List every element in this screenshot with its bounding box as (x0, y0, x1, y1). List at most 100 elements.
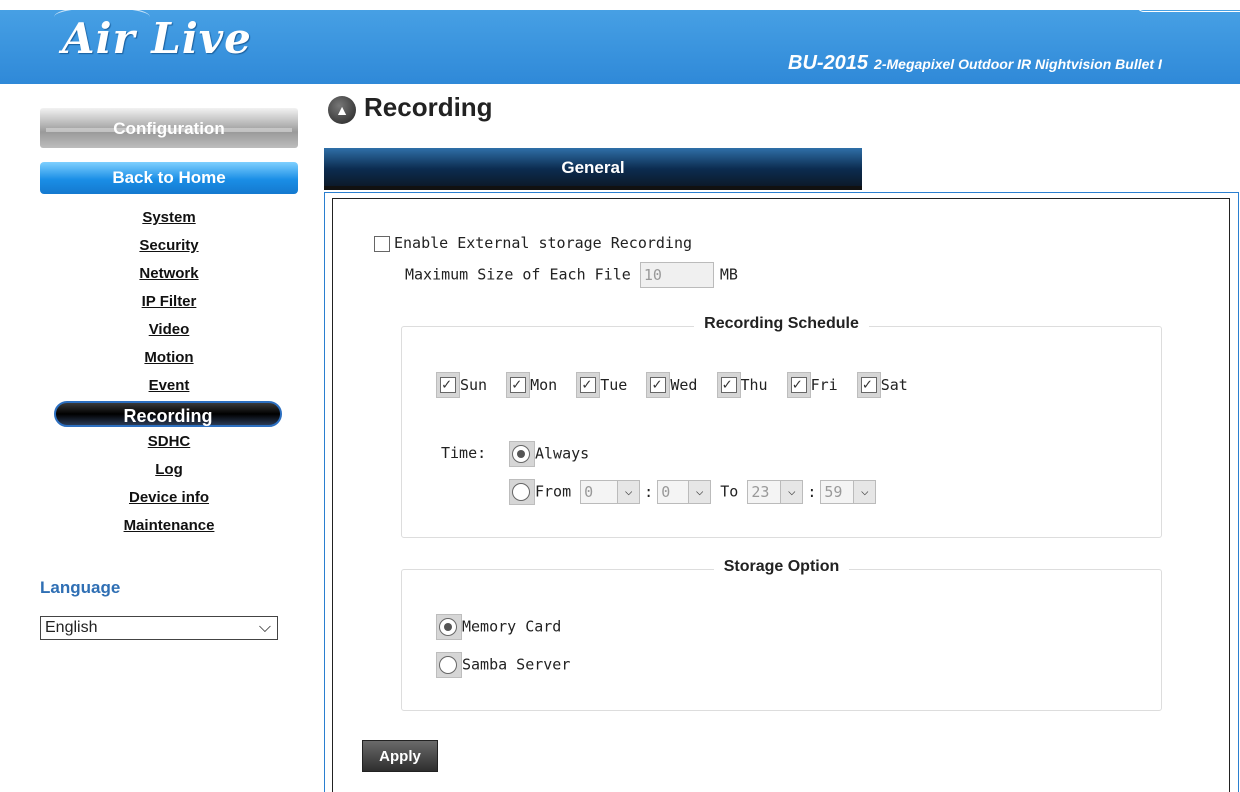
configuration-header: Configuration (40, 108, 298, 148)
back-to-home-button[interactable]: Back to Home (40, 162, 298, 194)
sidebar-item-video[interactable]: Video (40, 316, 298, 344)
time-always-radio[interactable] (509, 441, 535, 467)
time-from-radio[interactable] (509, 479, 535, 505)
enable-external-storage: Enable External storage Recording (374, 234, 692, 252)
day-sat-checkbox[interactable] (856, 372, 881, 398)
sidebar-item-system[interactable]: System (40, 204, 298, 232)
day-wed: Wed (646, 372, 697, 398)
recording-schedule-legend: Recording Schedule (402, 315, 1161, 333)
radio-on-icon (439, 618, 457, 636)
day-fri: Fri (786, 372, 838, 398)
time-always-label: Always (535, 444, 590, 463)
storage-memory-option: Memory Card (436, 614, 561, 640)
to-hour-select[interactable]: 23 ⌵ (747, 480, 804, 504)
day-thu-checkbox[interactable] (716, 372, 741, 398)
sidebar-item-sdhc[interactable]: SDHC (40, 428, 298, 456)
max-file-size-unit: MB (719, 265, 738, 284)
check-icon (440, 375, 456, 393)
from-hour-value: 0 (584, 483, 594, 501)
max-file-size-label: Maximum Size of Each File (405, 265, 631, 284)
tab-general[interactable]: General (324, 148, 862, 190)
day-mon-checkbox[interactable] (506, 372, 531, 398)
header-banner: Air Live BU-2015 2-Megapixel Outdoor IR N… (0, 0, 1240, 84)
page-title: Recording (364, 92, 493, 122)
to-colon: : (807, 482, 817, 501)
storage-samba-label: Samba Server (462, 655, 571, 674)
day-mon: Mon (506, 372, 557, 398)
sidebar-item-event[interactable]: Event (40, 372, 298, 400)
sidebar-item-motion[interactable]: Motion (40, 344, 298, 372)
from-minute-value: 0 (661, 483, 671, 501)
day-fri-label: Fri (810, 376, 838, 394)
check-icon (510, 375, 527, 393)
check-icon (790, 375, 807, 393)
time-always-option: Always (509, 441, 589, 467)
day-wed-checkbox[interactable] (646, 372, 671, 398)
day-thu: Thu (716, 372, 768, 398)
day-sun: Sun (436, 372, 487, 398)
max-file-size-row: Maximum Size of Each File 10 MB (405, 262, 738, 288)
check-icon (650, 375, 667, 393)
sidebar-item-ip-filter[interactable]: IP Filter (40, 288, 298, 316)
recording-icon: ▲ (328, 96, 356, 124)
recording-schedule-title: Recording Schedule (694, 315, 869, 332)
day-sat: Sat (856, 372, 908, 398)
day-thu-label: Thu (740, 376, 768, 394)
language-select[interactable]: English ⌵ (40, 616, 278, 640)
time-to-label: To (720, 482, 739, 501)
storage-option-title: Storage Option (713, 558, 850, 575)
airlive-logo: Air Live (62, 14, 252, 63)
storage-memory-radio[interactable] (436, 614, 462, 640)
time-label: Time: (441, 444, 487, 462)
schedule-days: Sun Mon Tue Wed Thu Fri Sat (436, 372, 918, 398)
enable-external-checkbox[interactable] (374, 235, 390, 252)
radio-off-icon (439, 656, 457, 674)
day-sat-label: Sat (880, 376, 908, 394)
storage-samba-option: Samba Server (436, 652, 570, 678)
radio-on-icon (512, 445, 530, 463)
language-title: Language (40, 578, 121, 597)
storage-memory-label: Memory Card (462, 617, 562, 636)
check-icon (860, 375, 877, 393)
model-description: 2-Megapixel Outdoor IR Nightvision Bulle… (874, 56, 1162, 72)
day-tue-label: Tue (600, 376, 628, 394)
storage-samba-radio[interactable] (436, 652, 462, 678)
sidebar-item-network[interactable]: Network (40, 260, 298, 288)
configuration-label: Configuration (113, 119, 225, 138)
to-hour-value: 23 (751, 483, 770, 501)
apply-button[interactable]: Apply (362, 740, 438, 772)
model-title: BU-2015 2-Megapixel Outdoor IR Nightvisio… (788, 52, 1162, 75)
day-wed-label: Wed (670, 376, 698, 394)
language-value: English (45, 619, 98, 636)
recording-schedule-group: Recording Schedule (401, 315, 1162, 538)
sidebar-item-log[interactable]: Log (40, 456, 298, 484)
max-file-size-input[interactable]: 10 (639, 262, 714, 288)
storage-option-group: Storage Option (401, 558, 1162, 711)
sidebar-item-device-info[interactable]: Device info (40, 484, 298, 512)
day-sun-checkbox[interactable] (436, 372, 460, 398)
check-icon (580, 375, 597, 393)
time-from-label: From (535, 482, 572, 501)
sidebar-item-security[interactable]: Security (40, 232, 298, 260)
day-fri-checkbox[interactable] (786, 372, 811, 398)
chevron-down-icon: ⌵ (780, 481, 803, 503)
day-tue-checkbox[interactable] (576, 372, 601, 398)
header-top-strip (0, 0, 1240, 10)
to-minute-select[interactable]: 59 ⌵ (820, 480, 877, 504)
sidebar-item-maintenance[interactable]: Maintenance (40, 512, 298, 540)
from-colon: : (644, 482, 654, 501)
enable-external-label: Enable External storage Recording (394, 234, 693, 252)
day-tue: Tue (576, 372, 627, 398)
radio-off-icon (512, 483, 530, 501)
from-hour-select[interactable]: 0 ⌵ (580, 480, 641, 504)
to-minute-value: 59 (824, 483, 843, 501)
header-tab-outline (1136, 0, 1240, 12)
from-minute-select[interactable]: 0 ⌵ (657, 480, 712, 504)
check-icon (720, 375, 737, 393)
storage-option-legend: Storage Option (402, 558, 1161, 576)
model-number: BU-2015 (788, 52, 869, 74)
sidebar-item-recording[interactable]: Recording (54, 401, 282, 427)
time-from-option: From 0 ⌵:0 ⌵ To 23 ⌵:59 ⌵ (509, 479, 877, 505)
chevron-down-icon: ⌵ (258, 619, 271, 636)
chevron-down-icon: ⌵ (853, 481, 876, 503)
